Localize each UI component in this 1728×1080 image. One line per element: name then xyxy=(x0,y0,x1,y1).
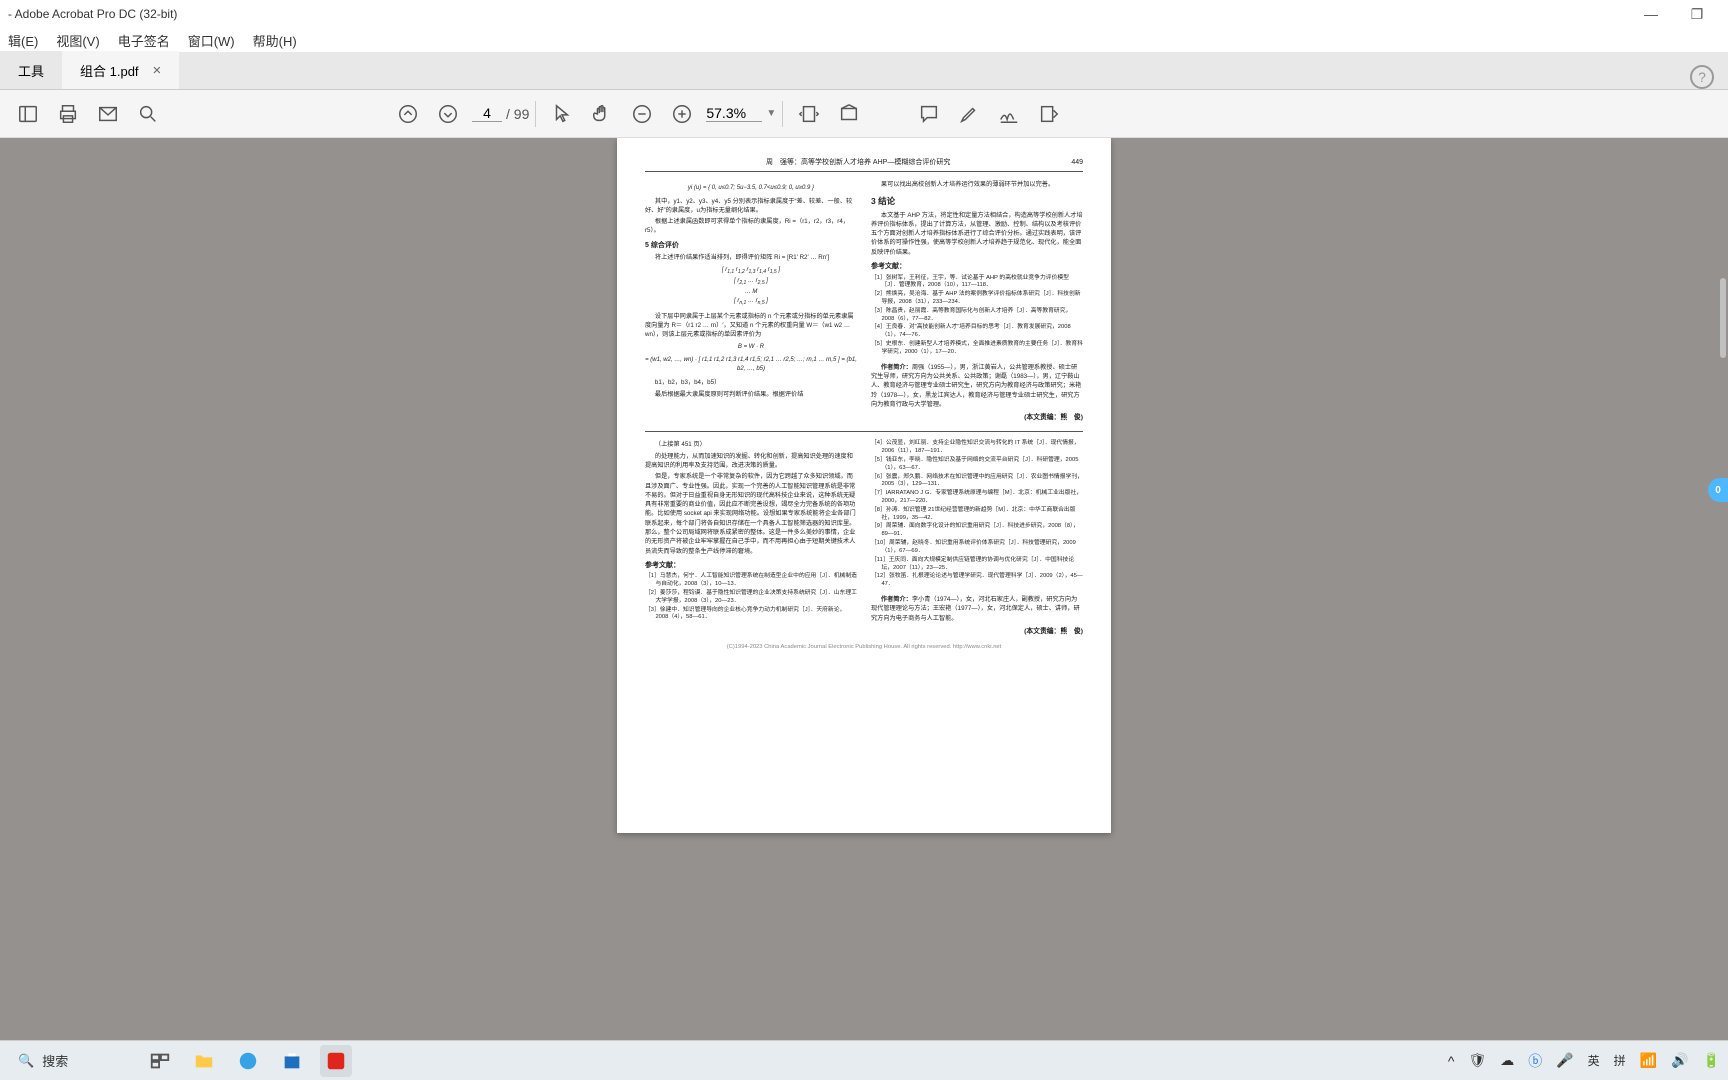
column-bottom-right: ［4］公茂显，刘红丽．支持企业隐性知识交流与转化的 IT 系统［J］．现代情报，… xyxy=(871,440,1083,637)
more-tools-icon[interactable] xyxy=(1029,94,1069,134)
page-number: 449 xyxy=(1071,158,1083,169)
file-explorer-icon[interactable] xyxy=(188,1045,220,1077)
formula-membership: yi (u) = { 0, u≤0.7; 5u−3.5, 0.7<u≤0.9; … xyxy=(645,184,857,193)
editor-credit-bottom: (本文责编：熊 俊) xyxy=(871,627,1083,637)
tray-chevron-icon[interactable]: ^ xyxy=(1448,1053,1455,1069)
fit-width-icon[interactable] xyxy=(789,94,829,134)
tray-bluetooth-icon[interactable]: ⓑ xyxy=(1528,1051,1542,1071)
tray-volume-icon[interactable]: 🔊 xyxy=(1671,1052,1688,1069)
help-icon[interactable]: ? xyxy=(1690,65,1714,89)
tray-ime-lang[interactable]: 英 xyxy=(1588,1052,1600,1069)
column-left: yi (u) = { 0, u≤0.7; 5u−3.5, 0.7<u≤0.9; … xyxy=(645,180,857,424)
zoom-level-input[interactable] xyxy=(706,105,762,122)
highlight-icon[interactable] xyxy=(949,94,989,134)
section-5-heading: 5 综合评价 xyxy=(645,241,857,252)
window-title: - Adobe Acrobat Pro DC (32-bit) xyxy=(8,7,177,21)
scrollbar-thumb[interactable] xyxy=(1720,278,1726,358)
windows-taskbar: 🔍 搜索 ^ 🛡 ☁ ⓑ 🎤 英 拼 📶 🔊 🔋 xyxy=(0,1040,1728,1080)
taskbar-search[interactable]: 🔍 搜索 xyxy=(8,1046,138,1076)
references-heading-bottom-left: 参考文献： xyxy=(645,561,857,572)
tray-wifi-icon[interactable]: 📶 xyxy=(1640,1052,1657,1069)
sign-icon[interactable] xyxy=(989,94,1029,134)
tab-close-button[interactable]: × xyxy=(153,62,162,79)
zoom-in-icon[interactable] xyxy=(662,94,702,134)
menu-view[interactable]: 视图(V) xyxy=(56,31,99,50)
running-head-title: 周 强等：高等学校创新人才培养 AHP—模糊综合评价研究 xyxy=(766,158,950,169)
toolbar: / 99 ▼ xyxy=(0,90,1728,138)
print-icon[interactable] xyxy=(48,94,88,134)
zoom-dropdown-icon[interactable]: ▼ xyxy=(766,108,776,119)
sidebar-toggle-icon[interactable] xyxy=(8,94,48,134)
page-down-icon[interactable] xyxy=(428,94,468,134)
menu-bar: 辑(E) 视图(V) 电子签名 窗口(W) 帮助(H) xyxy=(0,28,1728,52)
hand-tool-icon[interactable] xyxy=(582,94,622,134)
search-placeholder: 搜索 xyxy=(42,1051,68,1070)
acrobat-taskbar-icon[interactable] xyxy=(320,1045,352,1077)
comment-icon[interactable] xyxy=(909,94,949,134)
tray-mic-icon[interactable]: 🎤 xyxy=(1556,1052,1573,1069)
search-icon: 🔍 xyxy=(18,1053,34,1069)
tray-battery-icon[interactable]: 🔋 xyxy=(1703,1052,1720,1069)
tab-bar: 工具 组合 1.pdf × ? xyxy=(0,52,1728,90)
menu-edit[interactable]: 辑(E) xyxy=(8,31,38,50)
page-number-input[interactable] xyxy=(472,105,502,122)
references-heading-top: 参考文献： xyxy=(871,262,1083,273)
task-view-icon[interactable] xyxy=(144,1045,176,1077)
menu-esign[interactable]: 电子签名 xyxy=(118,31,170,50)
edge-icon[interactable] xyxy=(232,1045,264,1077)
pointer-tool-icon[interactable] xyxy=(542,94,582,134)
floating-badge[interactable]: 0 xyxy=(1708,478,1728,502)
tray-cloud-icon[interactable]: ☁ xyxy=(1500,1052,1514,1069)
system-tray: ^ 🛡 ☁ ⓑ 🎤 英 拼 📶 🔊 🔋 xyxy=(1448,1051,1720,1071)
cnki-footer: (C)1994-2023 China Academic Journal Elec… xyxy=(645,643,1083,652)
page-up-icon[interactable] xyxy=(388,94,428,134)
menu-help[interactable]: 帮助(H) xyxy=(253,31,297,50)
section-divider xyxy=(645,431,1083,432)
editor-credit-top: (本文责编：熊 俊) xyxy=(871,413,1083,423)
pdf-page: 周 强等：高等学校创新人才培养 AHP—模糊综合评价研究 449 yi (u) … xyxy=(617,138,1111,833)
menu-window[interactable]: 窗口(W) xyxy=(188,31,235,50)
tray-shield-icon[interactable]: 🛡 xyxy=(1468,1052,1486,1069)
page-total-label: / 99 xyxy=(506,106,529,122)
search-zoom-icon[interactable] xyxy=(128,94,168,134)
tab-tools[interactable]: 工具 xyxy=(0,51,62,89)
minimize-button[interactable]: — xyxy=(1628,0,1674,28)
store-icon[interactable] xyxy=(276,1045,308,1077)
section-3-heading: 3 结论 xyxy=(871,195,1083,208)
read-mode-icon[interactable] xyxy=(829,94,869,134)
window-titlebar: - Adobe Acrobat Pro DC (32-bit) — ❐ xyxy=(0,0,1728,28)
tray-ime-input[interactable]: 拼 xyxy=(1614,1052,1626,1069)
column-right: 果可以找出高校创新人才培养运行效果的薄弱环节并加以完善。 3 结论 本文基于 A… xyxy=(871,180,1083,424)
tab-document-label: 组合 1.pdf xyxy=(80,61,139,80)
document-viewer[interactable]: 周 强等：高等学校创新人才培养 AHP—模糊综合评价研究 449 yi (u) … xyxy=(0,138,1728,1040)
column-bottom-left: （上接第 451 页） 的处理能力，从而加速知识的发掘、转化和创新，提高知识处理… xyxy=(645,440,857,637)
mail-icon[interactable] xyxy=(88,94,128,134)
tab-document[interactable]: 组合 1.pdf × xyxy=(62,51,179,89)
maximize-button[interactable]: ❐ xyxy=(1674,0,1720,28)
zoom-out-icon[interactable] xyxy=(622,94,662,134)
